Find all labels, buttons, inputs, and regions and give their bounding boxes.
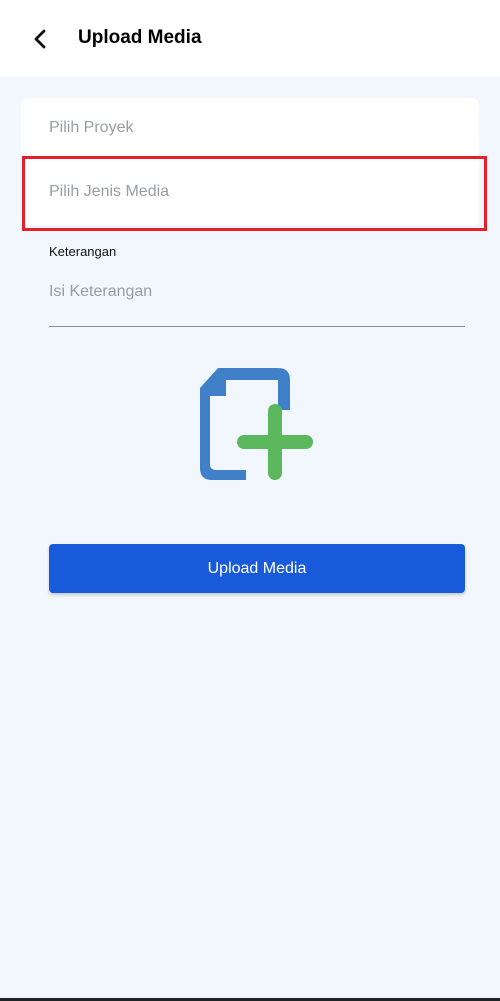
- project-select[interactable]: Pilih Proyek: [21, 98, 479, 158]
- add-file-button[interactable]: [198, 366, 316, 482]
- back-button[interactable]: [24, 22, 56, 56]
- description-label: Keterangan: [49, 244, 117, 259]
- description-input[interactable]: [49, 278, 465, 327]
- upload-media-screen: Upload Media Pilih Proyek Pilih Jenis Me…: [0, 0, 500, 1001]
- media-type-select-placeholder: Pilih Jenis Media: [49, 182, 170, 200]
- project-select-placeholder: Pilih Proyek: [49, 119, 134, 136]
- add-file-icon: [200, 368, 313, 480]
- chevron-left-icon: [34, 29, 46, 49]
- app-header: Upload Media: [0, 0, 500, 77]
- upload-media-button[interactable]: Upload Media: [49, 544, 465, 593]
- media-type-select[interactable]: Pilih Jenis Media: [21, 158, 479, 225]
- page-title: Upload Media: [78, 27, 202, 48]
